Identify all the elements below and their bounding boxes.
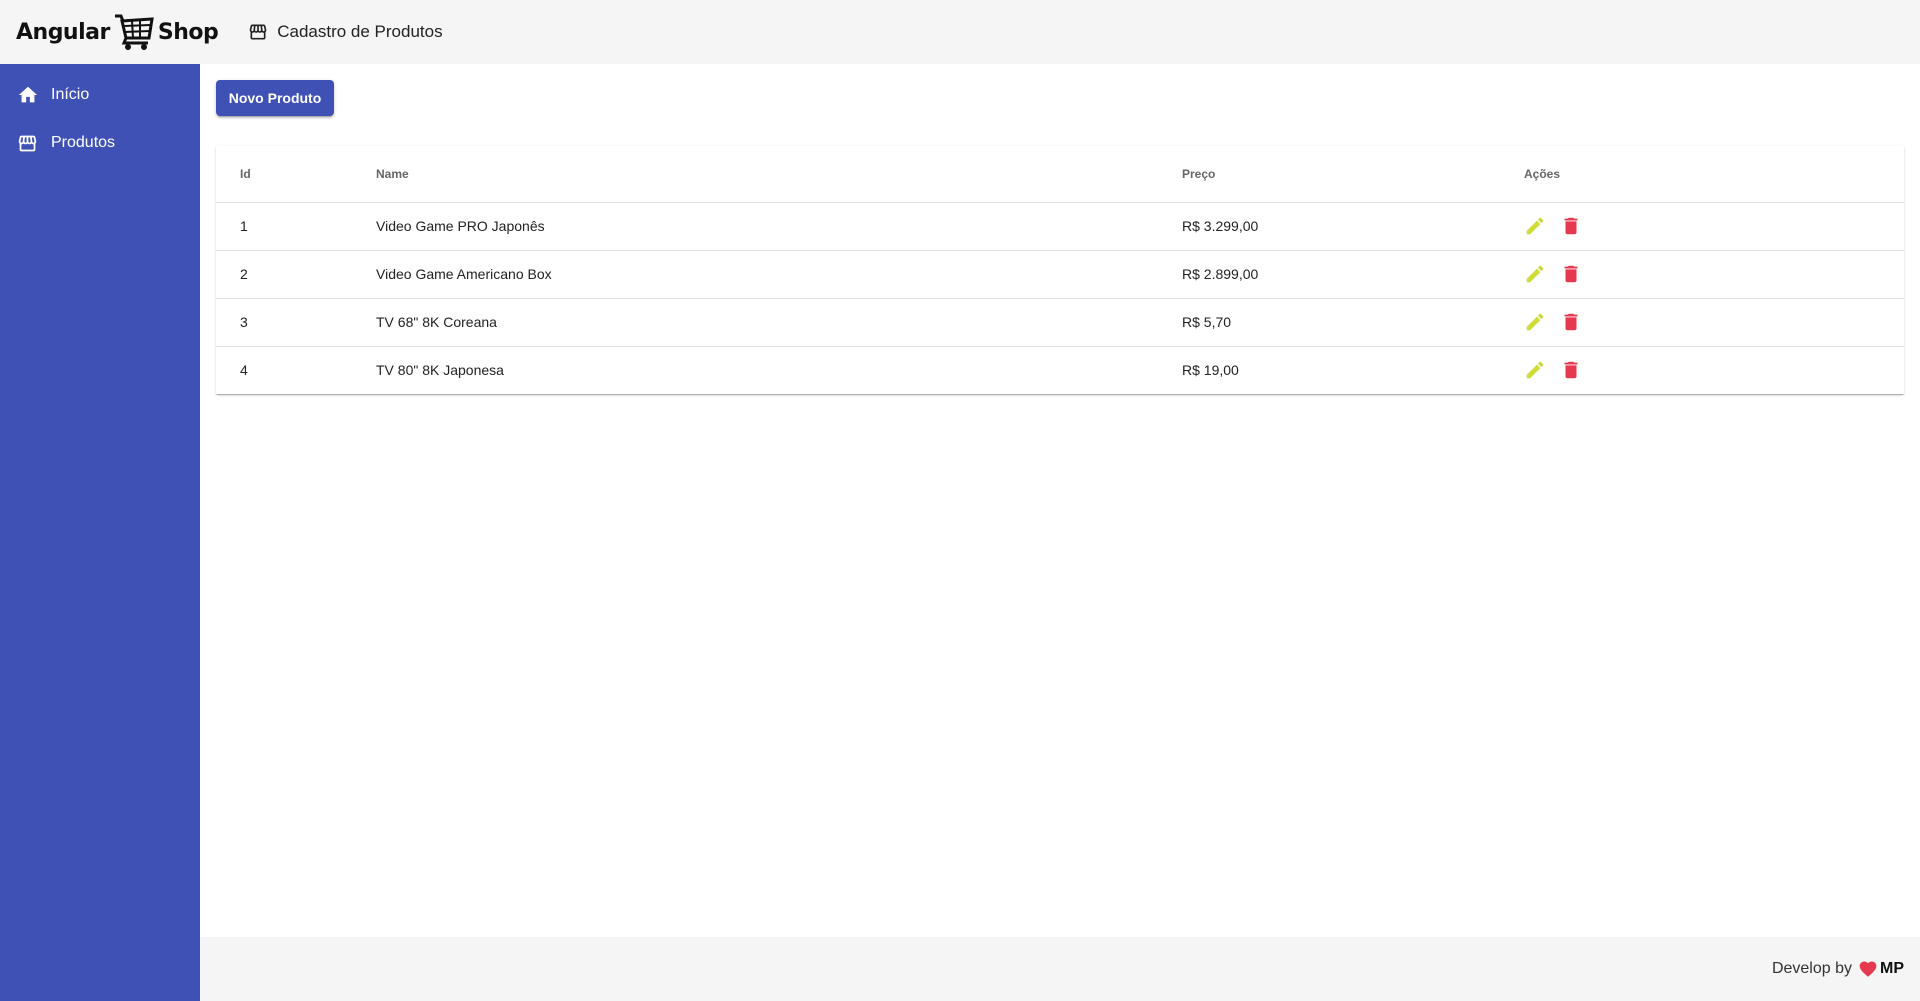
column-header-id: Id — [216, 146, 352, 203]
delete-icon[interactable] — [1560, 311, 1582, 333]
products-table-card: Id Name Preço Ações 1 Video Game PRO Jap… — [216, 146, 1904, 394]
column-header-actions: Ações — [1500, 146, 1904, 203]
cell-id: 3 — [216, 298, 352, 347]
column-header-name: Name — [352, 146, 1158, 203]
table-row: 4 TV 80" 8K Japonesa R$ 19,00 — [216, 346, 1904, 394]
table-row: 1 Video Game PRO Japonês R$ 3.299,00 — [216, 202, 1904, 251]
sidebar-item-label: Produtos — [51, 134, 116, 151]
table-row: 3 TV 68" 8K Coreana R$ 5,70 — [216, 298, 1904, 347]
delete-icon[interactable] — [1560, 359, 1582, 381]
footer: Develop by MP — [200, 937, 1920, 1001]
storefront-icon — [17, 133, 39, 154]
cell-name: TV 68" 8K Coreana — [352, 298, 1158, 347]
logo-text-right: Shop — [157, 19, 219, 45]
cell-name: TV 80" 8K Japonesa — [376, 362, 504, 379]
sidebar-item-inicio[interactable]: Início — [0, 71, 200, 119]
cell-name: Video Game PRO Japonês — [352, 202, 1158, 251]
cell-price: R$ 19,00 — [1182, 362, 1239, 379]
main-content: Novo Produto Id Name Preço Ações 1 Video… — [200, 64, 1920, 937]
delete-icon[interactable] — [1560, 215, 1582, 237]
edit-icon[interactable] — [1524, 311, 1546, 333]
shopping-cart-icon — [114, 13, 154, 51]
column-header-price: Preço — [1158, 146, 1500, 203]
edit-icon[interactable] — [1524, 263, 1546, 285]
cell-actions — [1500, 346, 1904, 394]
cell-price: R$ 3.299,00 — [1158, 202, 1500, 251]
page-title: Cadastro de Produtos — [277, 22, 443, 41]
new-product-button[interactable]: Novo Produto — [216, 80, 334, 116]
logo-text-left: Angular — [16, 19, 110, 45]
cell-actions — [1500, 250, 1904, 299]
top-toolbar: Angular Shop Cadastro de Produtos — [0, 0, 1920, 64]
cell-actions — [1500, 298, 1904, 347]
delete-icon[interactable] — [1560, 263, 1582, 285]
cell-id: 2 — [216, 250, 352, 299]
author-signature: MP — [1880, 960, 1904, 977]
app-logo[interactable]: Angular Shop — [0, 0, 219, 64]
home-icon — [17, 84, 39, 106]
sidebar-item-label: Início — [51, 86, 90, 103]
sidebar-item-produtos[interactable]: Produtos — [0, 119, 200, 167]
cell-name: Video Game Americano Box — [352, 250, 1158, 299]
edit-icon[interactable] — [1524, 215, 1546, 237]
heart-icon — [1858, 959, 1878, 979]
cell-price: R$ 5,70 — [1158, 298, 1500, 347]
cell-actions — [1500, 202, 1904, 251]
table-header-row: Id Name Preço Ações — [216, 146, 1904, 203]
footer-text: Develop by — [1771, 960, 1852, 977]
table-row: 2 Video Game Americano Box R$ 2.899,00 — [216, 250, 1904, 299]
cell-id: 1 — [216, 202, 352, 251]
storefront-icon — [248, 22, 268, 42]
cell-id: 4 — [240, 362, 248, 379]
edit-icon[interactable] — [1524, 359, 1546, 381]
sidebar: Início Produtos — [0, 64, 200, 1001]
products-table: Id Name Preço Ações 1 Video Game PRO Jap… — [216, 146, 1904, 394]
cell-price: R$ 2.899,00 — [1158, 250, 1500, 299]
page-heading: Cadastro de Produtos — [248, 22, 443, 42]
